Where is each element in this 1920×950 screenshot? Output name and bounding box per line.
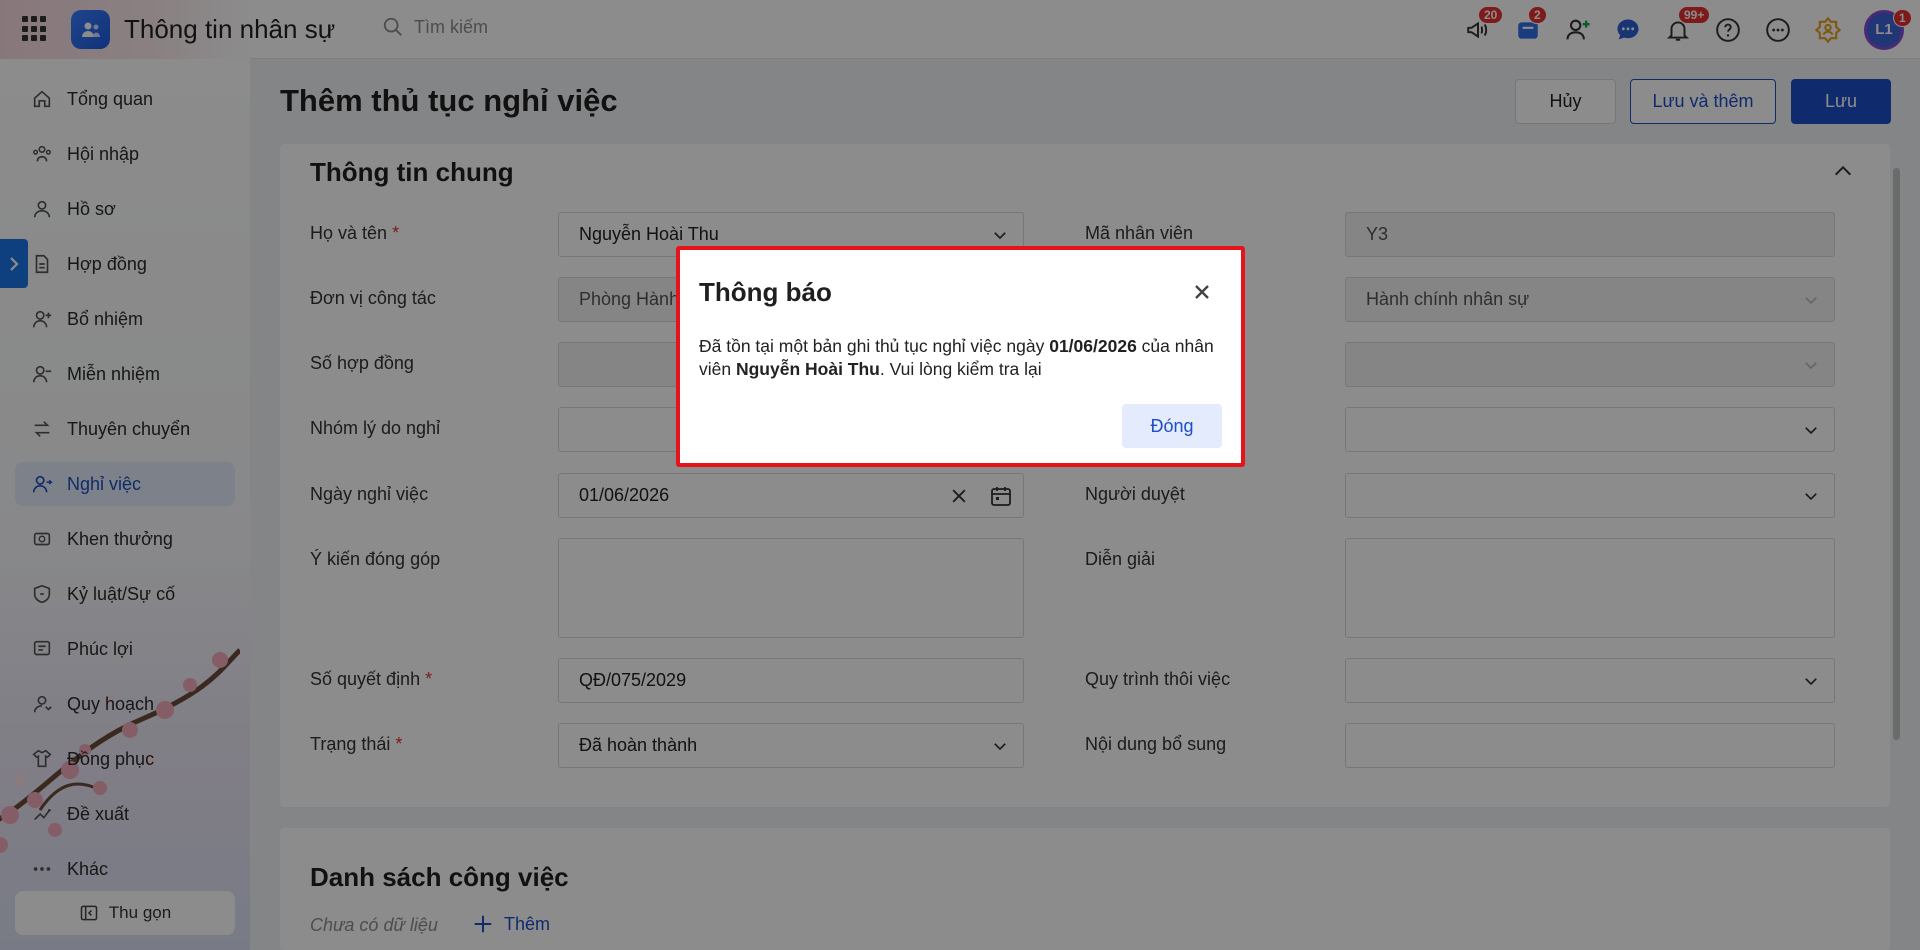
close-dialog-button[interactable]: Đóng	[1122, 404, 1222, 448]
close-icon[interactable]	[1190, 280, 1214, 304]
dialog-message: Đã tồn tại một bản ghi thủ tục nghỉ việc…	[699, 336, 1214, 379]
notification-dialog: Thông báo Đã tồn tại một bản ghi thủ tục…	[676, 246, 1245, 467]
modal-overlay	[0, 0, 1920, 950]
dialog-title: Thông báo	[699, 277, 832, 307]
